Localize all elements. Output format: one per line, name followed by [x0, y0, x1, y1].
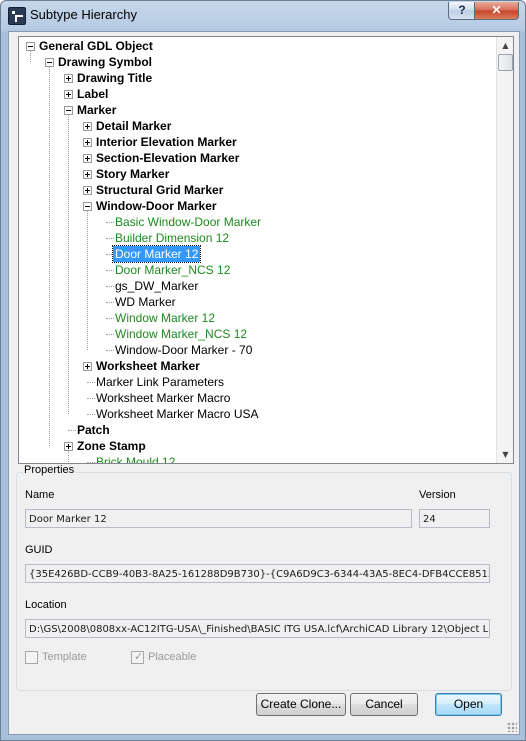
tree-node-label: Interior Elevation Marker — [96, 135, 237, 149]
tree-connector-line — [30, 50, 31, 62]
scrollbar-thumb[interactable] — [498, 54, 513, 71]
location-field[interactable]: D:\GS\2008\0808xx-AC12ITG-USA\_Finished\… — [25, 619, 490, 638]
tree-node-label: General GDL Object — [39, 39, 153, 53]
tree-node-label: Window Marker_NCS 12 — [115, 327, 248, 341]
dialog-client-area: General GDL Object Drawing Symbol Drawing … — [8, 31, 520, 735]
scroll-up-arrow-icon[interactable]: ▲ — [497, 37, 513, 54]
tree-connector-line — [68, 450, 69, 462]
help-button[interactable]: ? — [448, 2, 476, 20]
close-button[interactable]: ✕ — [474, 2, 519, 20]
tree-node-label: Door Marker 12 — [111, 245, 202, 263]
guid-label: GUID — [25, 544, 53, 556]
expand-plus-icon[interactable] — [64, 442, 73, 451]
tree-node-label: Worksheet Marker Macro — [96, 391, 231, 405]
tree-node-label: Drawing Symbol — [58, 55, 153, 69]
tree-connector-line — [68, 114, 69, 414]
tree-node-label: Patch — [77, 423, 110, 437]
tree-vertical-scrollbar[interactable]: ▲ ▼ — [496, 37, 513, 463]
tree-node-label: Window Marker 12 — [115, 311, 216, 325]
tree-connector-line — [87, 210, 88, 350]
tree-node-label: Marker — [77, 103, 117, 117]
tree-node-label: Door Marker_NCS 12 — [115, 263, 231, 277]
collapse-minus-icon[interactable] — [45, 58, 54, 67]
collapse-minus-icon[interactable] — [26, 42, 35, 51]
open-button[interactable]: Open — [435, 693, 502, 716]
tree-node-label: WD Marker — [115, 295, 176, 309]
tree-connector-line — [49, 66, 50, 446]
expand-plus-icon[interactable] — [83, 122, 92, 131]
expand-plus-icon[interactable] — [83, 154, 92, 163]
expand-plus-icon[interactable] — [64, 74, 73, 83]
tree-node-label: Structural Grid Marker — [96, 183, 224, 197]
tree-node-label: Section-Elevation Marker — [96, 151, 240, 165]
window-title: Subtype Hierarchy — [30, 7, 137, 22]
placeable-checkbox-label: Placeable — [148, 651, 197, 663]
guid-field[interactable]: {35E426BD-CCB9-40B3-8A25-161288D9B730}-{… — [25, 564, 490, 583]
tree-node-label: gs_DW_Marker — [115, 279, 199, 293]
template-checkbox[interactable] — [25, 651, 38, 664]
tree-node-label: Brick Mould 12 — [96, 455, 176, 463]
cancel-button[interactable]: Cancel — [350, 693, 418, 716]
tree-node-label: Worksheet Marker Macro USA — [96, 407, 259, 421]
tree-node-label: Window-Door Marker — [96, 199, 217, 213]
tree-node-label: Drawing Title — [77, 71, 153, 85]
collapse-minus-icon[interactable] — [64, 106, 73, 115]
location-label: Location — [25, 599, 67, 611]
dialog-window: Subtype Hierarchy ? ✕ General GDL Object… — [0, 0, 526, 741]
create-clone-button[interactable]: Create Clone... — [256, 693, 346, 716]
tree-node-label: Detail Marker — [96, 119, 172, 133]
expand-plus-icon[interactable] — [83, 186, 92, 195]
version-field[interactable]: 24 — [419, 509, 490, 528]
name-label: Name — [25, 489, 55, 501]
expand-plus-icon[interactable] — [83, 170, 92, 179]
tree-node-label: Marker Link Parameters — [96, 375, 225, 389]
tree-node-label: Window-Door Marker - 70 — [115, 343, 253, 357]
scroll-down-arrow-icon[interactable]: ▼ — [497, 446, 513, 463]
properties-group-title: Properties — [23, 464, 76, 476]
properties-group: Properties Name Door Marker 12 Version 2… — [16, 464, 512, 691]
resize-grip-icon[interactable] — [507, 722, 517, 732]
tree-node-label: Label — [77, 87, 109, 101]
expand-plus-icon[interactable] — [83, 362, 92, 371]
tree-node-label: Zone Stamp — [77, 439, 146, 453]
tree-node-label: Basic Window-Door Marker — [115, 215, 262, 229]
title-bar[interactable]: Subtype Hierarchy ? ✕ — [1, 1, 525, 31]
checkmark-icon: ✓ — [134, 650, 144, 663]
tree-node-label: Story Marker — [96, 167, 170, 181]
tree-node-label: Worksheet Marker — [96, 359, 200, 373]
template-checkbox-label: Template — [42, 651, 87, 663]
subtype-tree-view[interactable]: General GDL Object Drawing Symbol Drawing … — [18, 36, 514, 464]
tree-node-label: Builder Dimension 12 — [115, 231, 230, 245]
placeable-checkbox[interactable]: ✓ — [131, 650, 144, 664]
version-label: Version — [419, 489, 456, 501]
name-field[interactable]: Door Marker 12 — [25, 509, 412, 528]
expand-plus-icon[interactable] — [83, 138, 92, 147]
tree-content: General GDL Object Drawing Symbol Drawing … — [19, 37, 496, 463]
collapse-minus-icon[interactable] — [83, 202, 92, 211]
expand-plus-icon[interactable] — [64, 90, 73, 99]
app-icon — [8, 7, 26, 25]
